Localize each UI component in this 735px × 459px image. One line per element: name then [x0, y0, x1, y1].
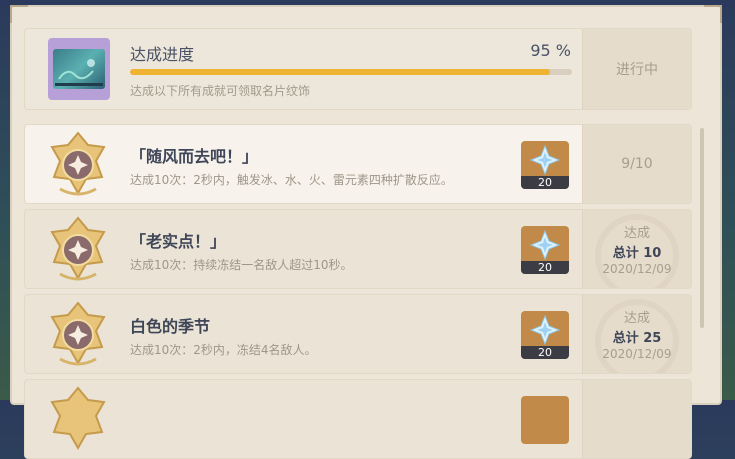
progress-percent: 95 % — [530, 41, 571, 60]
reward-quantity: 20 — [521, 346, 569, 359]
achievement-item[interactable] — [24, 379, 692, 459]
completion-date: 2020/12/09 — [602, 262, 672, 276]
total-count: 总计 10 — [612, 246, 662, 261]
primogem-icon — [530, 315, 560, 345]
progress-header: 达成进度 95 % 达成以下所有成就可领取名片纹饰 进行中 — [24, 28, 692, 110]
reward-quantity: 20 — [521, 176, 569, 189]
status-label: 进行中 — [616, 62, 658, 78]
reward-box: 20 — [521, 311, 569, 359]
frame-corner — [704, 5, 722, 23]
achievement-medal-icon — [50, 301, 106, 366]
progress-count: 9/10 — [621, 156, 653, 172]
completion-stamp: 达成 总计 10 2020/12/09 — [582, 210, 691, 288]
achievement-title: 「随风而去吧！」 — [130, 147, 259, 166]
completion-stamp: 达成 总计 25 2020/12/09 — [582, 295, 691, 373]
done-label: 达成 — [623, 226, 650, 241]
total-count: 总计 25 — [612, 331, 662, 346]
primogem-icon — [530, 145, 560, 175]
achievement-title: 「老实点！」 — [130, 232, 227, 251]
completion-stamp — [582, 380, 691, 458]
progress-title: 达成进度 — [130, 45, 195, 64]
scrollbar[interactable] — [700, 128, 704, 328]
achievement-title: 白色的季节 — [130, 317, 211, 336]
achievement-item[interactable]: 白色的季节 达成10次：2秒内，冻结4名敌人。 20 达成 总计 25 2020… — [24, 294, 692, 374]
achievement-medal-icon — [50, 216, 106, 281]
progress-bar — [130, 69, 572, 75]
primogem-icon — [530, 230, 560, 260]
progress-subtitle: 达成以下所有成就可领取名片纹饰 — [130, 84, 311, 98]
achievement-description: 达成10次：持续冻结一名敌人超过10秒。 — [130, 258, 353, 272]
reward-box — [521, 396, 569, 444]
progress-bar-fill — [130, 69, 550, 75]
reward-box: 20 — [521, 141, 569, 189]
achievement-item[interactable]: 「随风而去吧！」 达成10次：2秒内，触发冰、水、火、雷元素四种扩散反应。 20… — [24, 124, 692, 204]
achievement-description: 达成10次：2秒内，冻结4名敌人。 — [130, 343, 317, 357]
achievement-description: 达成10次：2秒内，触发冰、水、火、雷元素四种扩散反应。 — [130, 173, 453, 187]
achievement-medal-icon — [50, 131, 106, 196]
progress-status: 进行中 — [582, 29, 691, 109]
completion-date: 2020/12/09 — [602, 347, 672, 361]
frame-corner — [10, 5, 28, 23]
achievement-progress: 9/10 — [582, 125, 691, 203]
reward-quantity: 20 — [521, 261, 569, 274]
namecard-icon — [48, 38, 110, 100]
done-label: 达成 — [623, 311, 650, 326]
reward-box: 20 — [521, 226, 569, 274]
achievement-item[interactable]: 「老实点！」 达成10次：持续冻结一名敌人超过10秒。 20 达成 总计 10 … — [24, 209, 692, 289]
achievement-medal-icon — [50, 386, 106, 451]
